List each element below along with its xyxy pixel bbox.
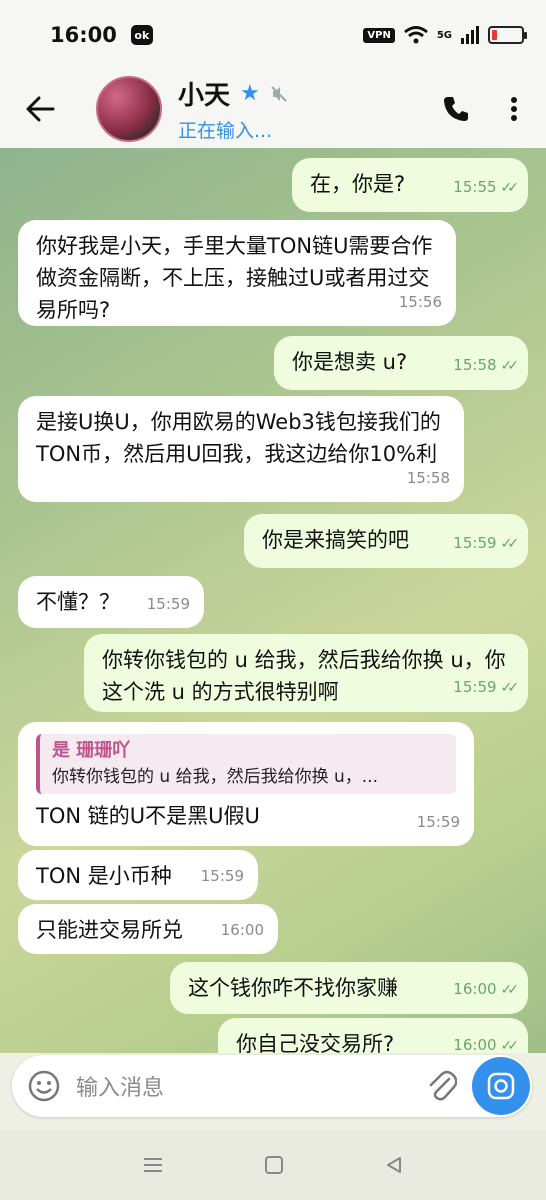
contact-name: 小天 [178,81,231,111]
status-bar: 16:00 ok VPN 5G [0,0,546,70]
message-time: 15:59 [416,813,460,831]
message-out[interactable]: 在，你是? 15:55 ✓✓ [292,158,528,212]
message-text: 你转你钱包的 u 给我，然后我给你换 u，你这个洗 u 的方式很特别啊 [102,648,506,704]
message-time: 16:00 [453,980,497,998]
message-in[interactable]: 你好我是小天，手里大量TON链U需要合作做资金隔断，不上压，接触过U或者用过交易… [18,220,456,326]
verified-star-icon: ★ [240,81,260,106]
message-time: 15:55 [453,178,497,196]
back-button[interactable] [0,70,80,148]
message-out[interactable]: 你转你钱包的 u 给我，然后我给你换 u，你这个洗 u 的方式很特别啊 15:5… [84,634,528,712]
status-icons: VPN 5G [363,25,527,45]
attach-button[interactable] [412,1069,472,1103]
read-ticks-icon: ✓✓ [500,536,520,552]
message-in-reply[interactable]: 是 珊珊吖 你转你钱包的 u 给我，然后我给你换 u，... TON 链的U不是… [18,722,474,846]
back-nav-icon[interactable] [384,1155,404,1175]
muted-icon [271,85,287,102]
camera-icon [487,1072,515,1100]
app-notification-icon: ok [130,25,153,45]
chat-area[interactable]: 在，你是? 15:55 ✓✓ 你好我是小天，手里大量TON链U需要合作做资金隔断，… [0,148,546,1053]
system-nav-bar [0,1130,546,1200]
network-type: 5G [436,29,452,41]
message-out[interactable]: 你自己没交易所? 16:00 ✓✓ [218,1018,528,1053]
emoji-icon [28,1070,60,1102]
message-in[interactable]: 不懂？？ 15:59 [18,576,204,628]
wifi-icon [403,26,428,44]
message-text: 在，你是? [310,172,406,196]
vpn-icon: VPN [363,27,395,43]
emoji-button[interactable] [12,1069,76,1103]
message-text: 你是想卖 u? [292,350,408,374]
message-text: 你是来搞笑的吧 [262,528,409,552]
read-ticks-icon: ✓✓ [500,680,520,696]
message-out[interactable]: 你是想卖 u? 15:58 ✓✓ [274,336,528,390]
reply-sender: 是 珊珊吖 [52,740,131,761]
more-vertical-icon[interactable] [510,96,518,122]
status-time: 16:00 [50,23,117,47]
read-ticks-icon: ✓✓ [500,180,520,196]
chat-header: 小天 ★ 正在输入... [0,70,546,148]
message-text: 不懂？？ [36,590,120,614]
typing-status: 正在输入... [178,120,273,142]
message-time: 15:58 [453,356,497,374]
message-text: TON 链的U不是黑U假U [36,804,260,828]
message-time: 15:59 [200,867,244,885]
phone-icon[interactable] [442,95,470,123]
message-text: 你好我是小天，手里大量TON链U需要合作做资金隔断，不上压，接触过U或者用过交易… [36,234,433,322]
attach-icon [429,1070,457,1101]
message-in[interactable]: 只能进交易所兑 16:00 [18,904,278,954]
message-time: 15:59 [146,595,190,613]
message-out[interactable]: 这个钱你咋不找你家赚 16:00 ✓✓ [170,962,528,1014]
battery-icon [488,26,527,44]
message-text: 只能进交易所兑 [36,918,183,942]
message-in[interactable]: TON 是小币种 15:59 [18,850,258,900]
message-time: 15:59 [453,678,497,696]
menu-icon[interactable] [142,1156,164,1174]
message-in[interactable]: 是接U换U，你用欧易的Web3钱包接我们的TON币，然后用U回我，我这边给你10… [18,396,464,502]
message-time: 15:58 [406,469,450,487]
contact-info[interactable]: 小天 ★ 正在输入... [178,75,288,143]
message-input[interactable]: 输入消息 [76,1070,412,1102]
read-ticks-icon: ✓✓ [500,358,520,374]
signal-icon [461,26,479,44]
reply-text: 你转你钱包的 u 给我，然后我给你换 u，... [52,767,378,787]
message-out[interactable]: 你是来搞笑的吧 15:59 ✓✓ [244,514,528,568]
back-arrow-icon [26,96,55,122]
message-text: 你自己没交易所? [236,1032,395,1053]
read-ticks-icon: ✓✓ [500,1038,520,1053]
message-time: 15:59 [453,534,497,552]
reply-quote[interactable]: 是 珊珊吖 你转你钱包的 u 给我，然后我给你换 u，... [36,734,456,794]
home-icon[interactable] [264,1155,284,1175]
message-text: TON 是小币种 [36,864,172,888]
message-time: 15:56 [398,293,442,311]
message-time: 16:00 [453,1036,497,1053]
message-time: 16:00 [220,921,264,939]
message-text: 是接U换U，你用欧易的Web3钱包接我们的TON币，然后用U回我，我这边给你10… [36,410,441,466]
message-input-bar: 输入消息 [12,1055,532,1117]
avatar[interactable] [96,76,162,142]
read-ticks-icon: ✓✓ [500,982,520,998]
camera-button[interactable] [472,1057,530,1115]
message-text: 这个钱你咋不找你家赚 [188,976,398,1000]
